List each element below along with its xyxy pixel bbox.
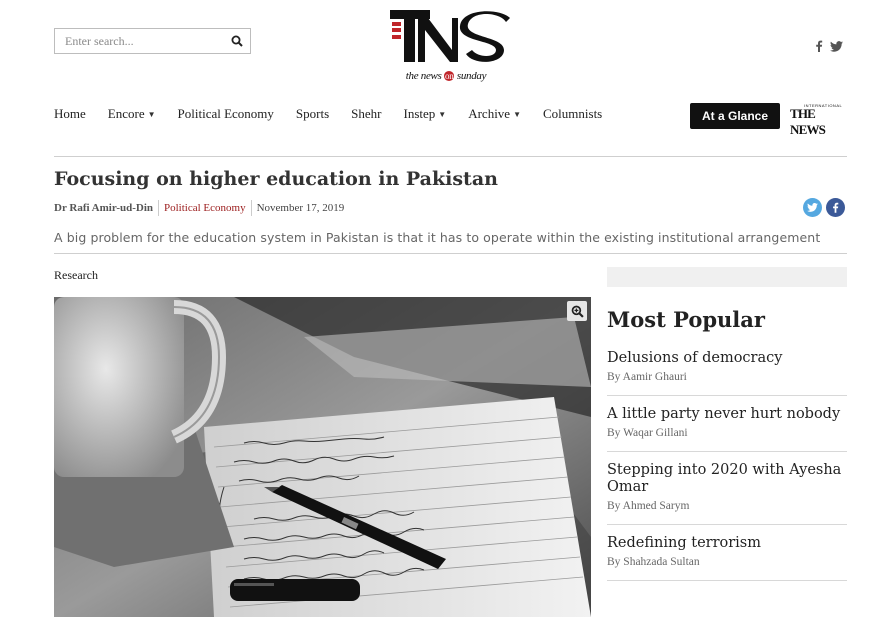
category-link[interactable]: Political Economy — [164, 202, 246, 214]
most-popular-item-author: By Aamir Ghauri — [607, 371, 687, 383]
most-popular-item[interactable]: Delusions of democracy By Aamir Ghauri — [607, 342, 847, 396]
caret-down-icon: ▼ — [147, 109, 156, 119]
most-popular-heading: Most Popular — [607, 307, 765, 332]
facebook-icon[interactable] — [815, 40, 823, 52]
search-input[interactable] — [55, 29, 224, 53]
nav-item-label: Instep — [403, 106, 436, 121]
twitter-share-icon[interactable] — [803, 198, 822, 217]
facebook-share-icon[interactable] — [826, 198, 845, 217]
zoom-icon[interactable] — [567, 301, 587, 321]
most-popular-item-author: By Ahmed Sarym — [607, 500, 690, 512]
article-title: Focusing on higher education in Pakistan — [54, 168, 498, 190]
the-news-logo[interactable]: INTERNATIONAL THE NEWS — [790, 103, 848, 137]
most-popular-item-author: By Shahzada Sultan — [607, 556, 700, 568]
nav-item-instep[interactable]: Instep ▼ — [404, 106, 447, 122]
caret-down-icon: ▼ — [438, 109, 447, 119]
hero-photo — [54, 297, 591, 617]
social-links — [815, 40, 843, 52]
most-popular-item-author: By Waqar Gillani — [607, 427, 688, 439]
search-icon[interactable] — [224, 29, 250, 53]
publish-date: November 17, 2019 — [256, 202, 345, 214]
nav-item-archive[interactable]: Archive ▼ — [468, 106, 521, 122]
most-popular-item-title: Delusions of democracy — [607, 350, 783, 366]
nav-item-sports[interactable]: Sports — [296, 106, 329, 122]
most-popular-item-title: Stepping into 2020 with Ayesha Omar — [607, 462, 842, 495]
article-summary: A big problem for the education system i… — [54, 230, 821, 245]
share-buttons — [803, 198, 845, 217]
logo-tagline-on: on — [444, 71, 455, 81]
nav-item-home[interactable]: Home — [54, 106, 86, 122]
nav-item-political-economy[interactable]: Political Economy — [178, 106, 274, 122]
divider — [54, 156, 847, 157]
the-news-logo-text: THE NEWS — [790, 106, 826, 137]
at-a-glance-button[interactable]: At a Glance — [690, 103, 780, 129]
divider — [54, 253, 847, 254]
most-popular-item[interactable]: Stepping into 2020 with Ayesha Omar By A… — [607, 452, 847, 525]
nav-item-columnists[interactable]: Columnists — [543, 106, 602, 122]
article-byline: Dr Rafi Amir-ud-Din Political Economy No… — [54, 200, 344, 216]
main-nav: Home Encore ▼ Political Economy Sports Sh… — [54, 106, 624, 122]
sidebar: Most Popular Delusions of democracy By A… — [607, 267, 847, 581]
most-popular-item[interactable]: Redefining terrorism By Shahzada Sultan — [607, 525, 847, 581]
nav-item-label: Columnists — [543, 106, 603, 121]
nav-item-label: Sports — [295, 106, 330, 121]
nav-item-label: Shehr — [351, 106, 382, 121]
nav-item-label: Political Economy — [177, 106, 274, 121]
twitter-icon[interactable] — [830, 40, 843, 52]
ad-slot — [607, 267, 847, 287]
byline-separator — [250, 200, 252, 216]
tns-logo-mark — [390, 10, 510, 62]
most-popular-item[interactable]: A little party never hurt nobody By Waqa… — [607, 396, 847, 452]
byline-separator — [158, 200, 159, 216]
nav-item-encore[interactable]: Encore ▼ — [108, 106, 156, 122]
nav-item-shehr[interactable]: Shehr — [351, 106, 381, 122]
caret-down-icon: ▼ — [513, 109, 521, 119]
tns-logo[interactable]: the news on sunday — [388, 4, 513, 86]
search-box — [54, 28, 251, 54]
author-link[interactable]: Dr Rafi Amir-ud-Din — [54, 202, 153, 214]
nav-item-label: Encore — [107, 106, 145, 121]
nav-item-label: Archive — [468, 106, 511, 121]
logo-tagline: the news on sunday — [405, 70, 487, 82]
most-popular-item-title: A little party never hurt nobody — [607, 406, 841, 422]
article-hero-image — [54, 297, 591, 617]
most-popular-item-title: Redefining terrorism — [607, 535, 761, 551]
nav-item-label: Home — [54, 106, 86, 121]
most-popular-list: Delusions of democracy By Aamir Ghauri A… — [607, 342, 847, 581]
section-label: Research — [54, 268, 98, 282]
